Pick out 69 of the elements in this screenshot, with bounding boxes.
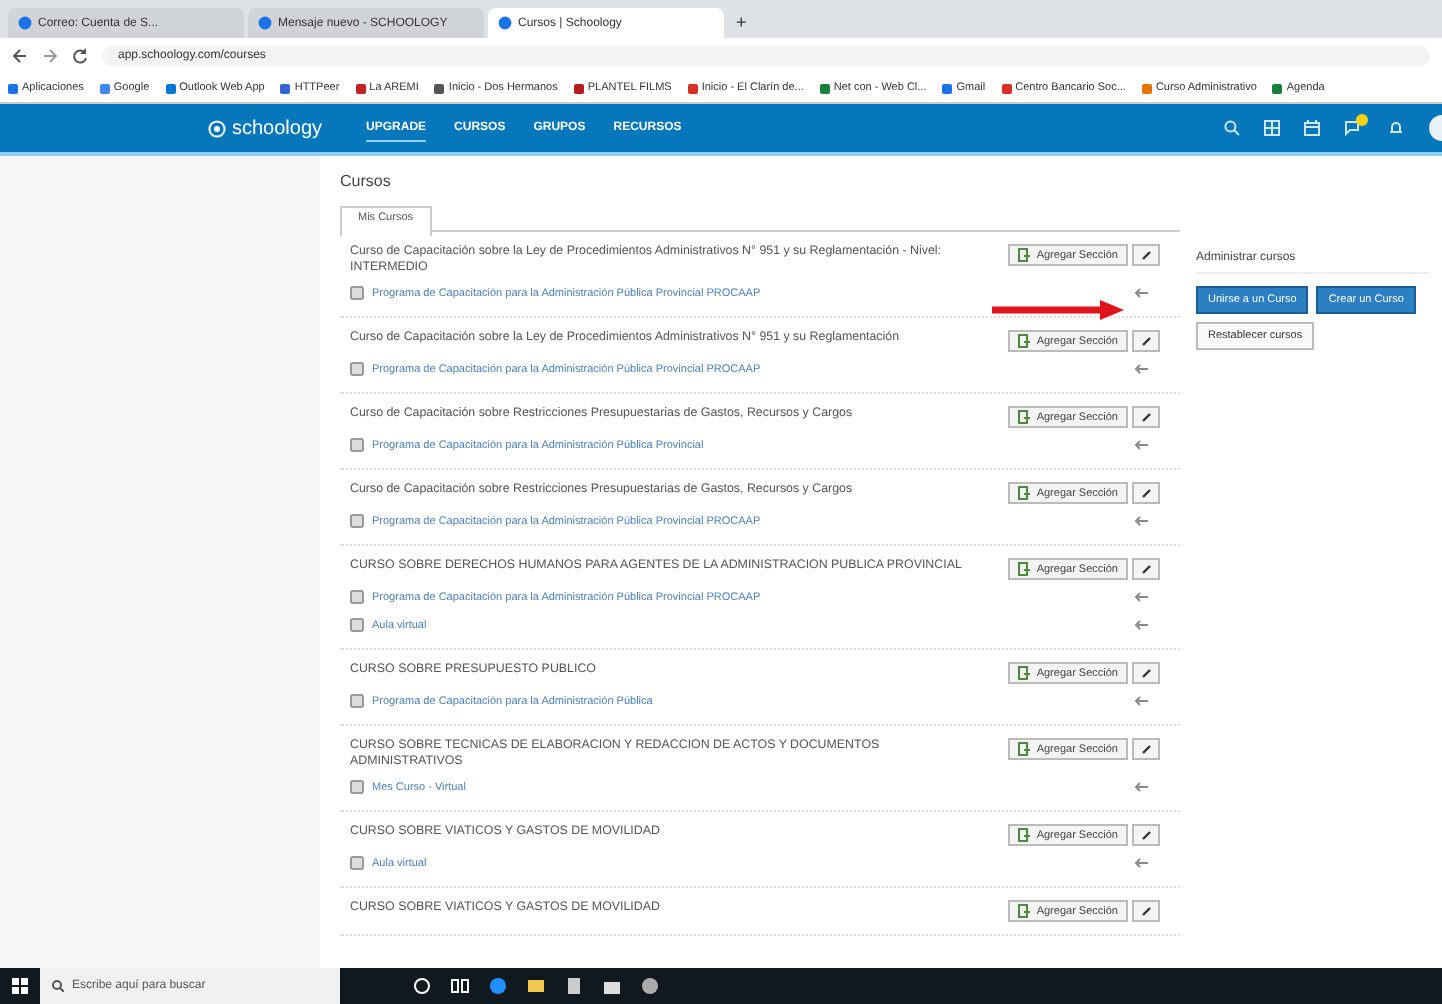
edit-button[interactable] [1132, 738, 1160, 760]
task-view-icon[interactable] [450, 976, 470, 996]
section-icon [350, 362, 364, 376]
logo-text: schoology [232, 117, 323, 139]
edit-button[interactable] [1132, 824, 1160, 846]
page-icon [498, 16, 512, 30]
bookmark-icon [434, 83, 445, 93]
bookmark-icon [819, 83, 830, 93]
back-icon[interactable] [12, 48, 28, 64]
pencil-icon [1141, 906, 1151, 916]
bookmark-icon [573, 83, 584, 93]
edit-button[interactable] [1132, 662, 1160, 684]
pencil-icon [1141, 830, 1151, 840]
messages-icon[interactable] [1344, 120, 1364, 136]
add-section-icon [1018, 410, 1031, 424]
add-section-icon [1018, 904, 1031, 918]
pencil-icon [1141, 744, 1151, 754]
bell-icon[interactable] [1388, 120, 1404, 136]
forward-icon[interactable] [42, 48, 58, 64]
edit-button[interactable] [1132, 900, 1160, 922]
add-section-icon [1018, 562, 1031, 576]
reload-icon[interactable] [72, 48, 88, 64]
edit-button[interactable] [1132, 558, 1160, 580]
bookmark-icon [165, 83, 176, 93]
search-icon [52, 980, 64, 992]
bookmark-icon [1272, 83, 1283, 93]
add-section-icon [1018, 334, 1031, 348]
section-icon [350, 780, 364, 794]
section-icon [350, 286, 364, 300]
page-title: Cursos [340, 172, 393, 190]
add-section-icon [1018, 486, 1031, 500]
bookmark-icon [687, 83, 698, 93]
bookmark-icon [1141, 83, 1152, 93]
page-icon [18, 16, 32, 30]
add-section-icon [1018, 248, 1031, 262]
pencil-icon [1141, 668, 1151, 678]
pencil-icon [1141, 336, 1151, 346]
windows-icon[interactable] [10, 976, 30, 996]
arrow-drawing [992, 300, 1124, 320]
bookmark-icon [942, 83, 953, 93]
pencil-icon [1141, 412, 1151, 422]
pencil-icon [1141, 564, 1151, 574]
pencil-icon [1141, 250, 1151, 260]
search-icon[interactable] [1224, 120, 1240, 136]
bookmark-icon [8, 83, 18, 93]
bookmark-icon [355, 83, 366, 93]
section-icon [350, 856, 364, 870]
add-section-icon [1018, 828, 1031, 842]
grid-icon[interactable] [1264, 120, 1280, 136]
avatar-icon[interactable] [1428, 114, 1442, 142]
calendar-icon[interactable] [1304, 120, 1320, 136]
notification-dot [1356, 114, 1368, 126]
edit-button[interactable] [1132, 244, 1160, 266]
edit-button[interactable] [1132, 330, 1160, 352]
edit-button[interactable] [1132, 406, 1160, 428]
bookmark-icon [99, 83, 110, 93]
section-icon [350, 438, 364, 452]
edit-button[interactable] [1132, 482, 1160, 504]
bookmark-icon [1001, 83, 1012, 93]
add-section-icon [1018, 742, 1031, 756]
logo-icon [208, 119, 226, 137]
folder-icon[interactable] [526, 976, 546, 996]
pencil-icon [1141, 488, 1151, 498]
section-icon [350, 694, 364, 708]
bookmark-icon [280, 83, 291, 93]
add-section-icon [1018, 666, 1031, 680]
page-icon [258, 16, 272, 30]
new-tab-button[interactable]: + [728, 8, 755, 38]
section-icon [350, 514, 364, 528]
